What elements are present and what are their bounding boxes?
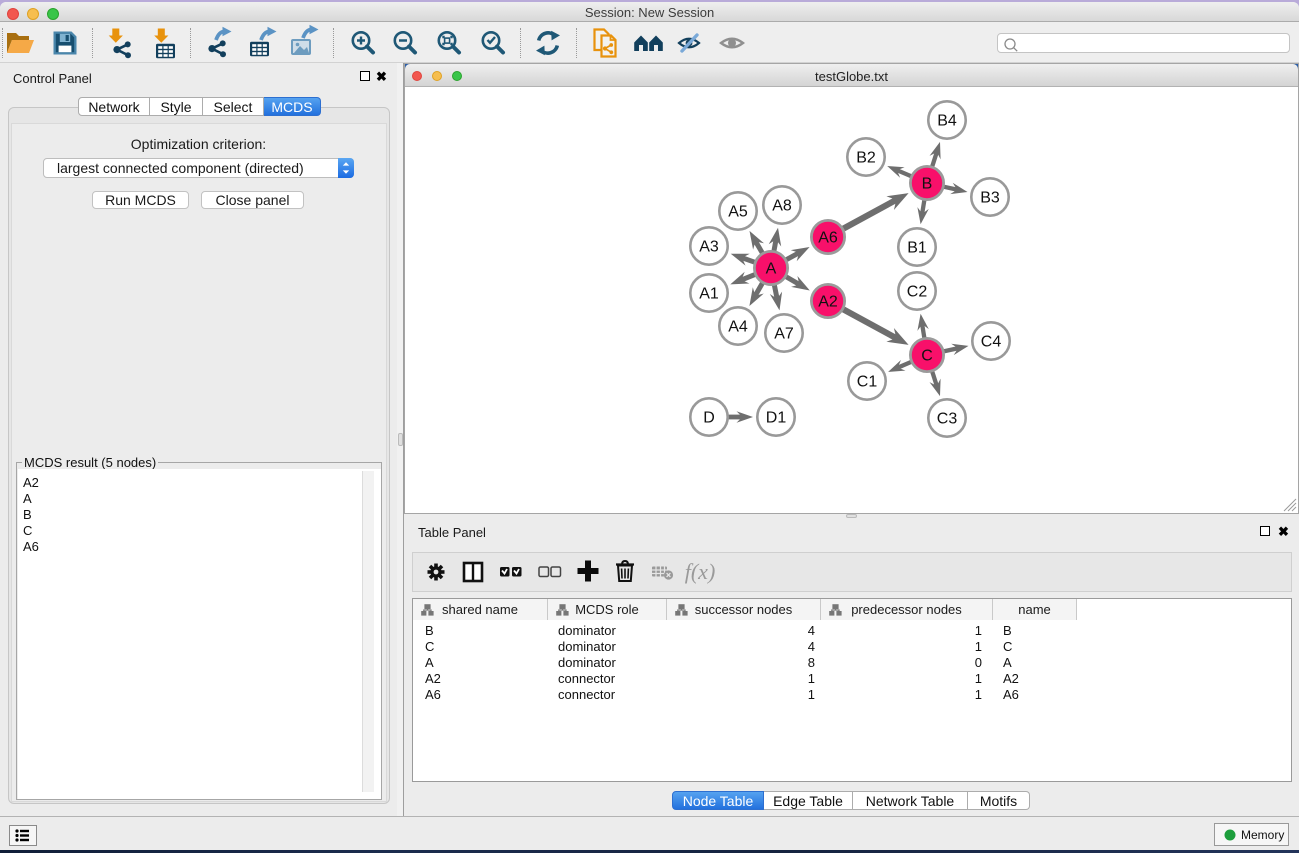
svg-text:A3: A3 — [699, 239, 719, 256]
svg-text:A2: A2 — [818, 294, 838, 311]
svg-text:B3: B3 — [980, 190, 1000, 207]
svg-text:D1: D1 — [766, 410, 787, 427]
svg-text:A1: A1 — [699, 286, 719, 303]
svg-text:C4: C4 — [981, 334, 1002, 351]
svg-text:B1: B1 — [907, 240, 927, 257]
svg-text:C3: C3 — [937, 411, 958, 428]
svg-text:A8: A8 — [772, 198, 792, 215]
svg-text:C: C — [921, 348, 933, 365]
svg-text:f(x): f(x) — [685, 559, 716, 584]
svg-text:A6: A6 — [818, 230, 838, 247]
svg-text:D: D — [703, 410, 715, 427]
svg-text:C2: C2 — [907, 284, 928, 301]
svg-text:B2: B2 — [856, 150, 876, 167]
svg-text:B: B — [922, 176, 933, 193]
svg-text:C1: C1 — [857, 374, 878, 391]
svg-text:A5: A5 — [728, 204, 748, 221]
svg-text:A7: A7 — [774, 326, 794, 343]
svg-text:A4: A4 — [728, 319, 748, 336]
svg-text:B4: B4 — [937, 113, 957, 130]
svg-text:A: A — [766, 261, 777, 278]
